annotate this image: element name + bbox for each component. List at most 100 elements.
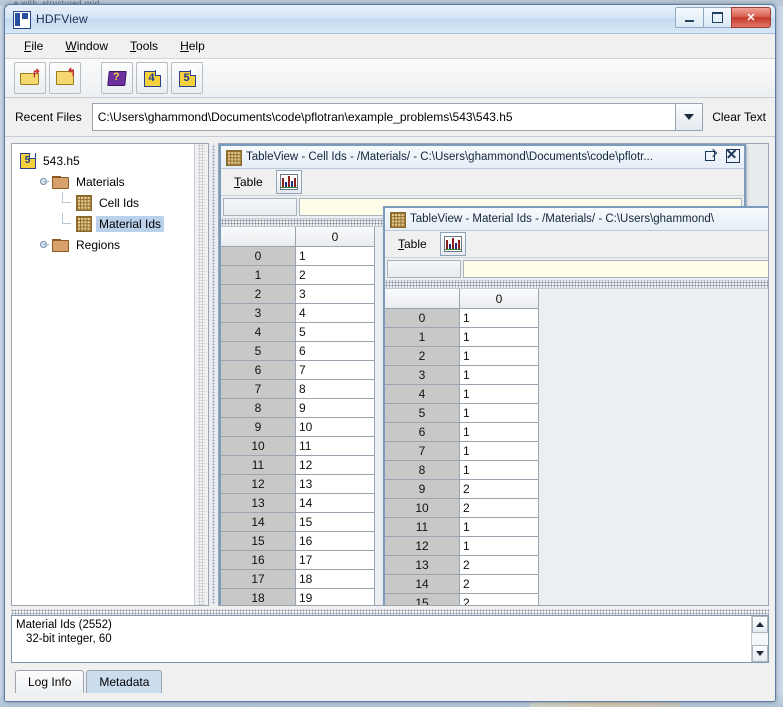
cell-ids-table[interactable]: 0 01122334455667788991010111112121313141…	[221, 227, 375, 606]
table-row[interactable]: 34	[221, 304, 375, 323]
table-row[interactable]: 142	[385, 575, 539, 594]
table-cell[interactable]: 15	[296, 513, 375, 532]
row-header[interactable]: 15	[385, 594, 460, 606]
row-header[interactable]: 5	[385, 404, 460, 423]
row-header[interactable]: 10	[385, 499, 460, 518]
clear-text-button[interactable]: Clear Text	[703, 98, 775, 136]
row-header[interactable]: 7	[385, 442, 460, 461]
row-header[interactable]: 4	[385, 385, 460, 404]
chart-button[interactable]	[276, 170, 302, 194]
table-cell[interactable]: 6	[296, 342, 375, 361]
row-header[interactable]: 10	[221, 437, 296, 456]
scroll-up-arrow[interactable]	[752, 616, 768, 633]
table-cell[interactable]: 7	[296, 361, 375, 380]
table-row[interactable]: 1819	[221, 589, 375, 606]
table-cell[interactable]: 5	[296, 323, 375, 342]
table-cell[interactable]: 14	[296, 494, 375, 513]
table-row[interactable]: 23	[221, 285, 375, 304]
row-header[interactable]: 17	[221, 570, 296, 589]
table-menu[interactable]: Table	[391, 234, 434, 254]
hdf4-library-button[interactable]: 4	[136, 62, 168, 94]
table-row[interactable]: 1112	[221, 456, 375, 475]
table-row[interactable]: 1213	[221, 475, 375, 494]
column-header[interactable]: 0	[296, 227, 375, 247]
table-cell[interactable]: 1	[460, 347, 539, 366]
table-row[interactable]: 01	[221, 247, 375, 266]
cell-reference-box[interactable]	[387, 260, 461, 278]
table-row[interactable]: 31	[385, 366, 539, 385]
row-header[interactable]: 0	[221, 247, 296, 266]
minimize-button[interactable]	[675, 7, 703, 28]
scroll-down-arrow[interactable]	[752, 645, 768, 662]
table-row[interactable]: 12	[221, 266, 375, 285]
table-menu[interactable]: Table	[227, 172, 270, 192]
table-row[interactable]: 21	[385, 347, 539, 366]
table-row[interactable]: 152	[385, 594, 539, 606]
row-header[interactable]: 8	[221, 399, 296, 418]
maximize-button[interactable]	[703, 7, 731, 28]
table-cell[interactable]: 1	[460, 537, 539, 556]
tab-metadata[interactable]: Metadata	[86, 670, 162, 693]
table-row[interactable]: 1617	[221, 551, 375, 570]
table-cell[interactable]: 1	[460, 309, 539, 328]
open-file-button[interactable]: ↱	[14, 62, 46, 94]
table-row[interactable]: 01	[385, 309, 539, 328]
tree-node-543h5[interactable]: 5 543.h5	[18, 150, 208, 171]
tree-node-material-ids[interactable]: Material Ids	[18, 213, 208, 234]
info-scrollbar[interactable]	[751, 616, 768, 662]
row-header[interactable]: 5	[221, 342, 296, 361]
table-cell[interactable]: 18	[296, 570, 375, 589]
menu-help[interactable]: Help	[171, 36, 214, 56]
material-ids-table[interactable]: 0 01112131415161718192102111121132142152…	[385, 289, 539, 606]
row-header[interactable]: 2	[385, 347, 460, 366]
hdf5-library-button[interactable]: 5	[171, 62, 203, 94]
row-header[interactable]: 0	[385, 309, 460, 328]
chart-button[interactable]	[440, 232, 466, 256]
table-row[interactable]: 51	[385, 404, 539, 423]
table-cell[interactable]: 1	[460, 404, 539, 423]
row-header[interactable]: 9	[221, 418, 296, 437]
row-header[interactable]: 12	[385, 537, 460, 556]
table-row[interactable]: 71	[385, 442, 539, 461]
row-header[interactable]: 13	[385, 556, 460, 575]
table-cell[interactable]: 1	[460, 461, 539, 480]
help-button[interactable]: ?	[101, 62, 133, 94]
table-row[interactable]: 1516	[221, 532, 375, 551]
tree-scrollbar[interactable]	[194, 144, 208, 605]
table-row[interactable]: 56	[221, 342, 375, 361]
table-row[interactable]: 111	[385, 518, 539, 537]
row-header[interactable]: 11	[221, 456, 296, 475]
close-file-button[interactable]: ↰	[49, 62, 81, 94]
table-cell[interactable]: 2	[296, 266, 375, 285]
row-header[interactable]: 8	[385, 461, 460, 480]
row-header[interactable]: 1	[385, 328, 460, 347]
table-cell[interactable]: 2	[460, 575, 539, 594]
table-row[interactable]: 41	[385, 385, 539, 404]
table-row[interactable]: 78	[221, 380, 375, 399]
table-row[interactable]: 45	[221, 323, 375, 342]
table-cell[interactable]: 17	[296, 551, 375, 570]
table-row[interactable]: 910	[221, 418, 375, 437]
row-header[interactable]: 1	[221, 266, 296, 285]
table-cell[interactable]: 2	[460, 480, 539, 499]
row-header[interactable]: 13	[221, 494, 296, 513]
row-header[interactable]: 6	[221, 361, 296, 380]
table-cell[interactable]: 13	[296, 475, 375, 494]
table-cell[interactable]: 11	[296, 437, 375, 456]
tree-node-regions[interactable]: Regions	[18, 234, 208, 255]
table-cell[interactable]: 1	[460, 423, 539, 442]
cell-reference-box[interactable]	[223, 198, 297, 216]
restore-button[interactable]	[703, 148, 718, 163]
table-row[interactable]: 1415	[221, 513, 375, 532]
table-row[interactable]: 121	[385, 537, 539, 556]
tree-node-cell-ids[interactable]: Cell Ids	[18, 192, 208, 213]
row-header[interactable]: 3	[221, 304, 296, 323]
expand-handle-icon[interactable]	[38, 239, 49, 250]
menu-window[interactable]: Window	[56, 36, 117, 56]
menu-tools[interactable]: Tools	[121, 36, 167, 56]
table-cell[interactable]: 4	[296, 304, 375, 323]
table-cell[interactable]: 1	[460, 385, 539, 404]
table-cell[interactable]: 12	[296, 456, 375, 475]
row-header[interactable]: 18	[221, 589, 296, 606]
row-header[interactable]: 7	[221, 380, 296, 399]
